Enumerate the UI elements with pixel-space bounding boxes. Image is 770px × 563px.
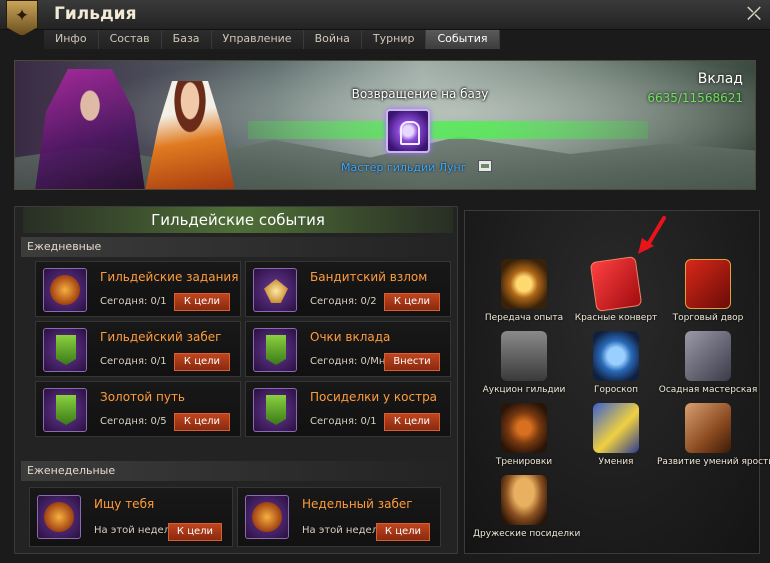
- training-dummy-icon: [501, 403, 547, 453]
- facility-label: Дружеские посиделки: [473, 529, 581, 539]
- close-icon[interactable]: ⤫: [744, 4, 764, 24]
- character-portrait-male: [35, 69, 145, 189]
- banner-icon: [253, 328, 297, 372]
- weekly-label: Еженедельные: [27, 464, 116, 477]
- hammer-icon: [501, 331, 547, 381]
- red-arrow-icon: [638, 216, 666, 254]
- character-portrait-female: [145, 81, 235, 189]
- cannon-icon: [685, 331, 731, 381]
- banner-icon: [253, 388, 297, 432]
- facility-label: Красные конверт: [574, 313, 658, 323]
- events-title: Гильдейские события: [23, 207, 453, 233]
- table-icon: [501, 475, 547, 525]
- event-name: Ищу тебя: [94, 497, 155, 511]
- facility-siege-workshop[interactable]: Осадная мастерская: [659, 331, 757, 403]
- facility-label: Умения: [598, 457, 634, 467]
- facility-label: Осадная мастерская: [658, 385, 758, 395]
- guild-badge-icon: [37, 495, 81, 539]
- message-icon[interactable]: [478, 160, 492, 172]
- tab-tournament[interactable]: Турнир: [361, 30, 427, 49]
- event-progress: Сегодня: 0/1: [100, 296, 167, 307]
- event-name: Золотой путь: [100, 390, 186, 404]
- event-progress: Сегодня: 0/5: [100, 416, 167, 427]
- event-card: Посиделки у костра Сегодня: 0/1 К цели: [245, 381, 451, 437]
- event-card: Бандитский взлом Сегодня: 0/2 К цели: [245, 261, 451, 317]
- title-bar: Гильдия ⤫: [0, 0, 770, 36]
- goto-button[interactable]: К цели: [168, 523, 222, 541]
- daily-label: Ежедневные: [27, 240, 102, 253]
- event-card: Ищу тебя На этой неделе: 0/1 К цели: [29, 487, 233, 547]
- event-progress: Сегодня: 0/2: [310, 296, 377, 307]
- guild-master-link[interactable]: Мастер гильдии Лунг: [341, 161, 467, 174]
- facility-label: Аукцион гильдии: [482, 385, 566, 395]
- event-name: Недельный забег: [302, 497, 413, 511]
- facility-label: Торговый двор: [672, 313, 744, 323]
- guild-emblem-icon: [6, 0, 38, 36]
- red-envelope-icon: [589, 256, 643, 312]
- facility-red-envelope[interactable]: Красные конверт: [571, 256, 661, 331]
- tab-base[interactable]: База: [161, 30, 212, 49]
- guild-banner: Возвращение на базу Мастер гильдии Лунг …: [14, 60, 756, 190]
- window-title: Гильдия: [54, 4, 137, 24]
- return-to-base-label: Возвращение на базу: [351, 87, 489, 101]
- goto-button[interactable]: К цели: [174, 353, 230, 371]
- globe-icon: [593, 331, 639, 381]
- event-name: Посиделки у костра: [310, 390, 438, 404]
- tab-info[interactable]: Инфо: [44, 30, 99, 49]
- facility-rage-skills[interactable]: Развитие умений ярости: [657, 403, 770, 475]
- facility-label: Гороскоп: [594, 385, 638, 395]
- banner-icon: [43, 388, 87, 432]
- return-progress-bar: [248, 121, 648, 139]
- event-progress: Сегодня: 0/1: [310, 416, 377, 427]
- facility-trade-yard[interactable]: Торговый двор: [663, 259, 753, 331]
- event-progress: Сегодня: 0/Многократно: [310, 356, 390, 367]
- facility-label: Развитие умений ярости: [657, 457, 770, 467]
- goto-button[interactable]: К цели: [174, 413, 230, 431]
- portal-icon[interactable]: [386, 109, 430, 153]
- shop-icon: [685, 259, 731, 309]
- event-card: Очки вклада Сегодня: 0/Многократно Внест…: [245, 321, 451, 377]
- book-icon: [593, 403, 639, 453]
- event-card: Гильдейский забег Сегодня: 0/1 К цели: [35, 321, 241, 377]
- event-name: Очки вклада: [310, 330, 391, 344]
- facilities-panel: Передача опыта Красные конверт Торговый …: [464, 210, 770, 554]
- facility-exp-transfer[interactable]: Передача опыта: [479, 259, 569, 331]
- goto-button[interactable]: К цели: [174, 293, 230, 311]
- tower-icon: [685, 403, 731, 453]
- guild-events-panel: Гильдейские события Ежедневные Гильдейск…: [14, 206, 458, 554]
- contribution-label: Вклад: [697, 71, 743, 87]
- event-name: Бандитский взлом: [310, 270, 428, 284]
- tab-war[interactable]: Война: [303, 30, 362, 49]
- facility-auction[interactable]: Аукцион гильдии: [479, 331, 569, 403]
- contribute-button[interactable]: Внести: [384, 353, 440, 371]
- tab-bar: Инфо Состав База Управление Война Турнир…: [44, 30, 500, 49]
- facility-label: Передача опыта: [484, 313, 564, 323]
- gem-icon: [253, 268, 297, 312]
- event-name: Гильдейский забег: [100, 330, 222, 344]
- event-name: Гильдейские задания: [100, 270, 239, 284]
- guild-badge-icon: [245, 495, 289, 539]
- goto-button[interactable]: К цели: [384, 413, 440, 431]
- tab-management[interactable]: Управление: [211, 30, 304, 49]
- facility-training[interactable]: Тренировки: [479, 403, 569, 475]
- event-card: Гильдейские задания Сегодня: 0/1 К цели: [35, 261, 241, 317]
- facility-horoscope[interactable]: Гороскоп: [571, 331, 661, 403]
- event-progress: Сегодня: 0/1: [100, 356, 167, 367]
- tab-events[interactable]: События: [426, 30, 500, 49]
- goto-button[interactable]: К цели: [376, 523, 430, 541]
- facility-label: Тренировки: [495, 457, 553, 467]
- guild-badge-icon: [43, 268, 87, 312]
- tab-members[interactable]: Состав: [98, 30, 162, 49]
- goto-button[interactable]: К цели: [384, 293, 440, 311]
- event-card: Золотой путь Сегодня: 0/5 К цели: [35, 381, 241, 437]
- event-card: Недельный забег На этой неделе: 0/1 К це…: [237, 487, 441, 547]
- astrolabe-icon: [501, 259, 547, 309]
- banner-icon: [43, 328, 87, 372]
- facility-friendly-gathering[interactable]: Дружеские посиделки: [473, 475, 580, 547]
- facility-skills[interactable]: Умения: [571, 403, 661, 475]
- contribution-value: 6635/11568621: [647, 91, 743, 105]
